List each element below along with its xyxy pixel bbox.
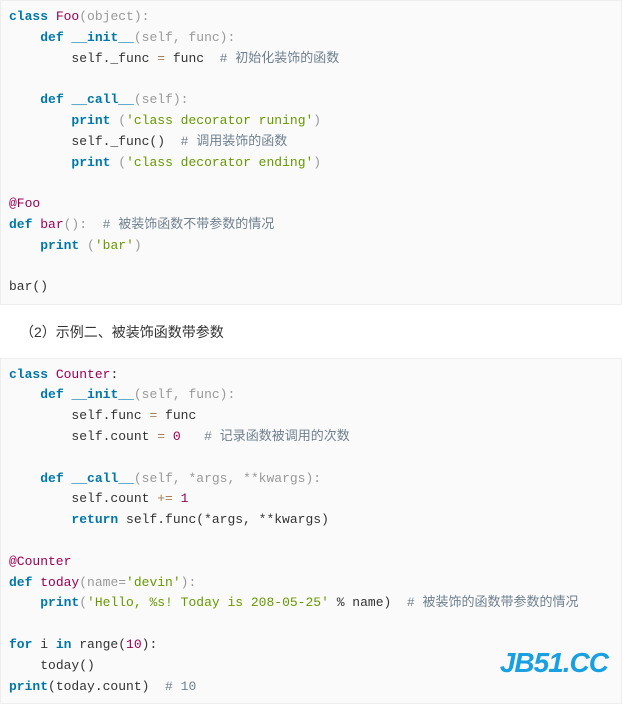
kw-class: class bbox=[9, 9, 48, 24]
paren: (object): bbox=[79, 9, 149, 24]
fn-call: __call__ bbox=[71, 92, 133, 107]
fn-init: __init__ bbox=[71, 30, 133, 45]
cls-counter: Counter bbox=[56, 367, 111, 382]
decorator-foo: @Foo bbox=[9, 196, 40, 211]
cls-foo: Foo bbox=[56, 9, 79, 24]
section-heading: （2）示例二、被装饰函数带参数 bbox=[0, 305, 622, 357]
code-block-1: class Foo(object): def __init__(self, fu… bbox=[0, 0, 622, 305]
decorator-counter: @Counter bbox=[9, 554, 71, 569]
code-block-2: class Counter: def __init__(self, func):… bbox=[0, 358, 622, 705]
fn-today: today bbox=[40, 575, 79, 590]
comment: # 初始化装饰的函数 bbox=[220, 51, 340, 66]
indent bbox=[9, 30, 40, 45]
call-bar: bar() bbox=[9, 279, 48, 294]
fn-bar: bar bbox=[40, 217, 63, 232]
kw-def: def bbox=[40, 30, 63, 45]
